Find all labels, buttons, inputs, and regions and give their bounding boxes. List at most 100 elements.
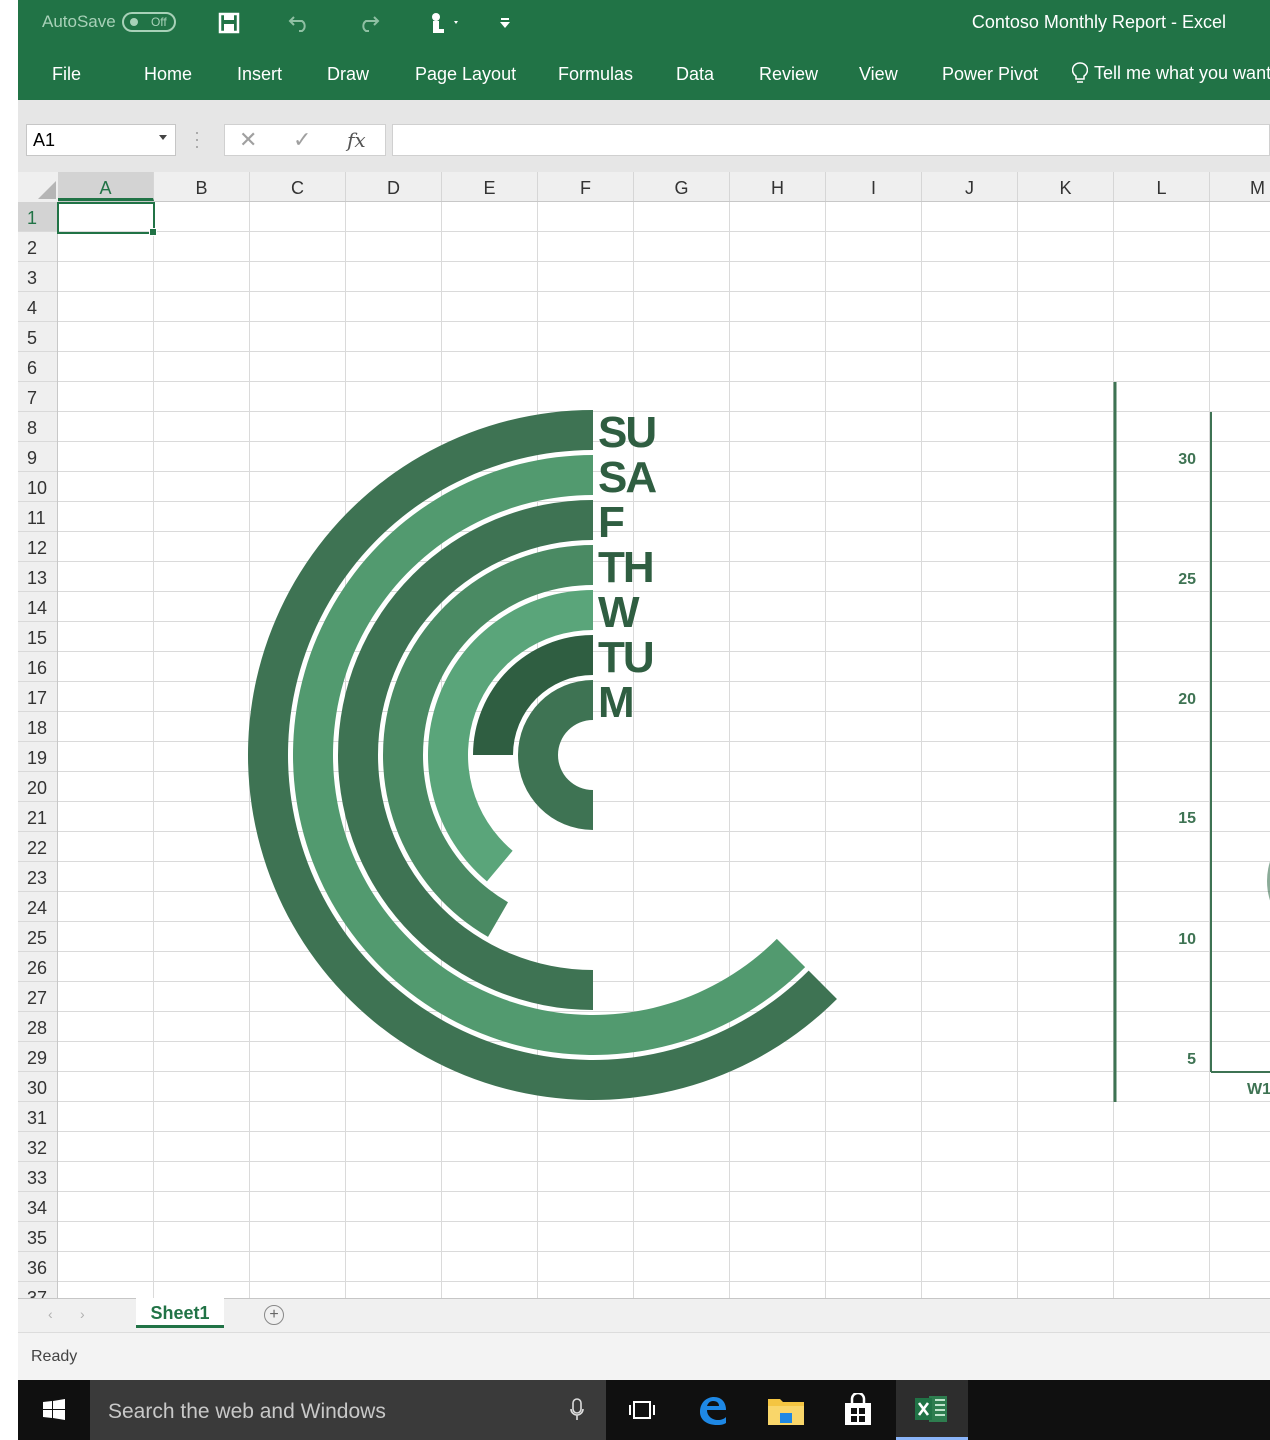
column-header-b[interactable]: B (154, 172, 250, 201)
column-header-c[interactable]: C (250, 172, 346, 201)
y-tick-label: 10 (1178, 931, 1196, 948)
column-header-h[interactable]: H (730, 172, 826, 201)
formula-input[interactable] (392, 124, 1270, 156)
drag-handle-icon[interactable] (196, 130, 198, 150)
column-header-g[interactable]: G (634, 172, 730, 201)
tab-power-pivot[interactable]: Power Pivot (942, 64, 1038, 85)
row-header-1[interactable]: 1 (18, 202, 57, 232)
column-header-l[interactable]: L (1114, 172, 1210, 201)
row-header-36[interactable]: 36 (18, 1252, 57, 1282)
row-header-15[interactable]: 15 (18, 622, 57, 652)
row-header-17[interactable]: 17 (18, 682, 57, 712)
row-header-35[interactable]: 35 (18, 1222, 57, 1252)
tab-view[interactable]: View (859, 64, 898, 85)
tab-home[interactable]: Home (144, 64, 192, 85)
fill-handle[interactable] (149, 228, 157, 236)
row-header-19[interactable]: 19 (18, 742, 57, 772)
row-header-18[interactable]: 18 (18, 712, 57, 742)
column-header-d[interactable]: D (346, 172, 442, 201)
enter-icon[interactable]: ✓ (293, 127, 311, 153)
row-header-37[interactable]: 37 (18, 1282, 57, 1298)
row-header-4[interactable]: 4 (18, 292, 57, 322)
active-cell[interactable] (57, 202, 157, 236)
tab-page-layout[interactable]: Page Layout (415, 64, 516, 85)
row-header-27[interactable]: 27 (18, 982, 57, 1012)
row-header-5[interactable]: 5 (18, 322, 57, 352)
row-header-8[interactable]: 8 (18, 412, 57, 442)
row-header-16[interactable]: 16 (18, 652, 57, 682)
select-all-button[interactable] (18, 172, 58, 202)
row-header-25[interactable]: 25 (18, 922, 57, 952)
tab-review[interactable]: Review (759, 64, 818, 85)
row-header-11[interactable]: 11 (18, 502, 57, 532)
column-header-i[interactable]: I (826, 172, 922, 201)
tab-data[interactable]: Data (676, 64, 714, 85)
cancel-icon[interactable]: ✕ (239, 127, 257, 153)
row-header-12[interactable]: 12 (18, 532, 57, 562)
toggle-knob (129, 18, 138, 26)
row-header-2[interactable]: 2 (18, 232, 57, 262)
customize-icon[interactable] (492, 10, 518, 36)
undo-icon[interactable] (286, 10, 312, 36)
tell-me-box[interactable]: Tell me what you want (1072, 62, 1270, 84)
row-header-6[interactable]: 6 (18, 352, 57, 382)
y-tick-label: 5 (1187, 1051, 1196, 1068)
row-header-24[interactable]: 24 (18, 892, 57, 922)
formula-bar: A1 ✕ ✓ fx (18, 100, 1270, 172)
row-header-10[interactable]: 10 (18, 472, 57, 502)
save-icon[interactable] (216, 10, 242, 36)
column-header-a[interactable]: A (58, 172, 154, 201)
radial-bar-chart[interactable]: SUSAFTHWTUM (228, 395, 948, 1115)
column-headers: ABCDEFGHIJKLM (18, 172, 1270, 202)
row-header-33[interactable]: 33 (18, 1162, 57, 1192)
insert-function-button[interactable]: fx (347, 128, 366, 152)
scroll-right-icon[interactable]: › (80, 1306, 85, 1322)
column-header-f[interactable]: F (538, 172, 634, 201)
row-header-28[interactable]: 28 (18, 1012, 57, 1042)
autosave-label: AutoSave (42, 12, 116, 31)
row-header-31[interactable]: 31 (18, 1102, 57, 1132)
store-icon[interactable] (824, 1380, 892, 1440)
row-header-23[interactable]: 23 (18, 862, 57, 892)
autosave-toggle[interactable]: Off (121, 12, 176, 32)
name-box[interactable]: A1 (26, 124, 176, 156)
row-header-22[interactable]: 22 (18, 832, 57, 862)
tab-draw[interactable]: Draw (327, 64, 369, 85)
taskbar-search[interactable]: Search the web and Windows (90, 1380, 606, 1440)
start-button[interactable] (18, 1380, 90, 1440)
row-header-32[interactable]: 32 (18, 1132, 57, 1162)
row-header-3[interactable]: 3 (18, 262, 57, 292)
touch-mode-icon[interactable] (422, 10, 466, 36)
file-explorer-icon[interactable] (752, 1380, 820, 1440)
y-tick-label: 30 (1178, 451, 1196, 468)
microphone-icon[interactable] (570, 1398, 584, 1422)
row-header-29[interactable]: 29 (18, 1042, 57, 1072)
column-header-m[interactable]: M (1210, 172, 1270, 201)
scroll-left-icon[interactable]: ‹ (48, 1306, 53, 1322)
row-header-9[interactable]: 9 (18, 442, 57, 472)
chevron-down-icon[interactable] (159, 135, 167, 140)
row-header-34[interactable]: 34 (18, 1192, 57, 1222)
tab-insert[interactable]: Insert (237, 64, 282, 85)
edge-icon[interactable] (678, 1380, 746, 1440)
task-view-icon[interactable] (608, 1380, 676, 1440)
column-header-e[interactable]: E (442, 172, 538, 201)
row-header-21[interactable]: 21 (18, 802, 57, 832)
tab-formulas[interactable]: Formulas (558, 64, 633, 85)
excel-icon[interactable] (896, 1380, 968, 1440)
column-header-j[interactable]: J (922, 172, 1018, 201)
autosave-control[interactable]: AutoSave Off (42, 12, 176, 32)
row-header-30[interactable]: 30 (18, 1072, 57, 1102)
y-tick-label: 20 (1178, 691, 1196, 708)
add-sheet-button[interactable]: + (264, 1305, 284, 1325)
sheet-tab-sheet1[interactable]: Sheet1 (136, 1298, 224, 1328)
weekly-bar-chart[interactable]: 30 25 20 15 10 5 W1 (1092, 378, 1270, 1108)
column-header-k[interactable]: K (1018, 172, 1114, 201)
row-header-14[interactable]: 14 (18, 592, 57, 622)
row-header-7[interactable]: 7 (18, 382, 57, 412)
row-header-20[interactable]: 20 (18, 772, 57, 802)
tab-file[interactable]: File (52, 64, 81, 85)
redo-icon[interactable] (356, 10, 382, 36)
row-header-26[interactable]: 26 (18, 952, 57, 982)
row-header-13[interactable]: 13 (18, 562, 57, 592)
